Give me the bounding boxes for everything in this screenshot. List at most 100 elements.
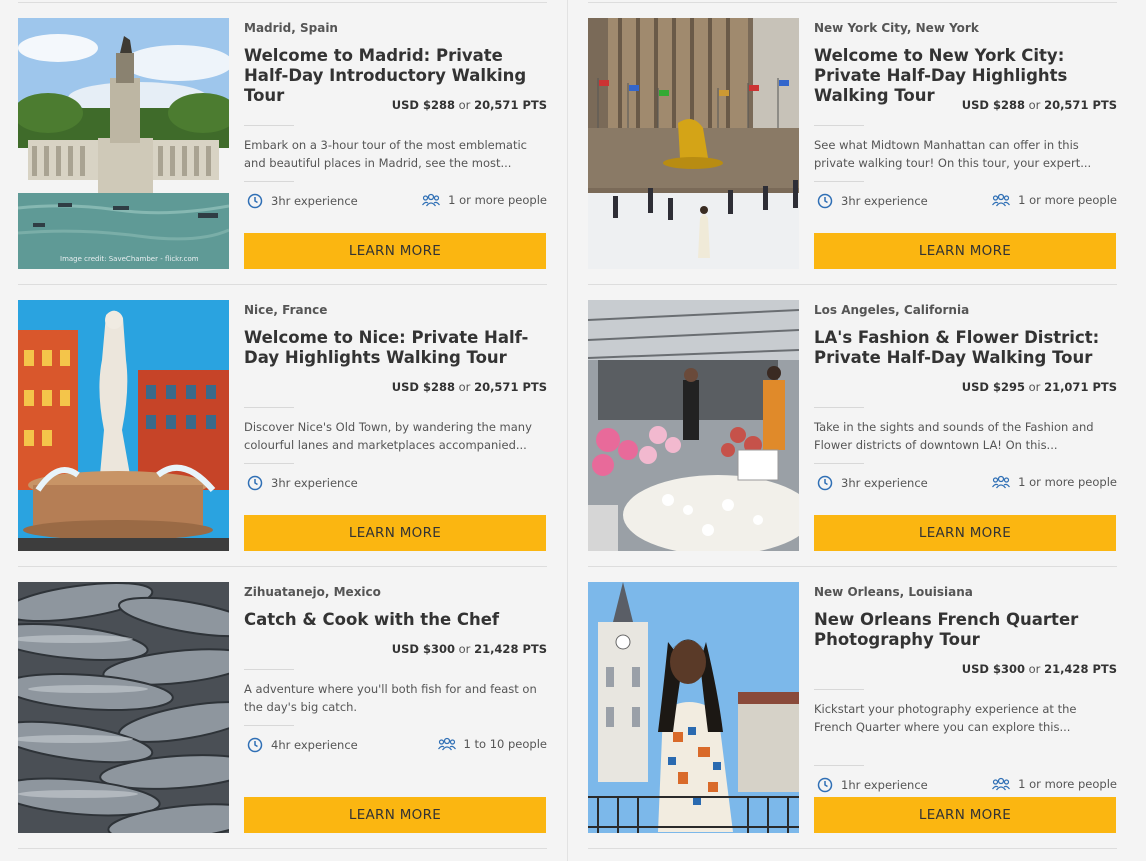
tour-location: Madrid, Spain [244, 21, 338, 35]
people-text: 1 or more people [1018, 777, 1117, 791]
tour-price: USD $295 or 21,071 PTS [962, 379, 1117, 395]
tour-info: Nice, France Welcome to Nice: Private Ha… [244, 300, 547, 551]
duration-text: 4hr experience [271, 738, 358, 752]
divider [244, 725, 294, 726]
price-or: or [1028, 662, 1041, 676]
tour-title[interactable]: Welcome to Nice: Private Half-Day Highli… [244, 328, 547, 368]
divider [814, 125, 864, 126]
divider [244, 181, 294, 182]
learn-more-button[interactable]: LEARN MORE [244, 515, 546, 551]
learn-more-button[interactable]: LEARN MORE [814, 233, 1116, 269]
price-usd: USD $288 [961, 98, 1025, 112]
people-icon [992, 193, 1011, 207]
clock-icon [247, 475, 263, 491]
people-text: 1 or more people [1018, 475, 1117, 489]
learn-more-button[interactable]: LEARN MORE [244, 797, 546, 833]
divider [244, 407, 294, 408]
duration: 3hr experience [817, 475, 928, 491]
price-pts: 20,571 PTS [1044, 98, 1117, 112]
tour-price: USD $300 or 21,428 PTS [392, 641, 547, 657]
flower-market-photo[interactable] [588, 300, 799, 551]
fish-photo[interactable] [18, 582, 229, 833]
tour-info: Madrid, Spain Welcome to Madrid: Private… [244, 18, 547, 269]
people: 1 to 10 people [437, 737, 547, 751]
rockefeller-rink-photo[interactable] [588, 18, 799, 269]
new-orleans-photo-art [588, 582, 799, 833]
image-credit-text: Image credit: SaveChamber - flickr.com [60, 255, 199, 263]
price-usd: USD $300 [391, 642, 455, 656]
duration-text: 3hr experience [271, 194, 358, 208]
tour-meta: 3hr experience 1 or more people [244, 193, 547, 211]
tour-meta: 3hr experience [244, 475, 547, 493]
divider [814, 463, 864, 464]
price-usd: USD $288 [391, 380, 455, 394]
tour-meta: 3hr experience 1 or more people [814, 475, 1117, 493]
tour-description: Kickstart your photography experience at… [814, 702, 1077, 734]
tour-title[interactable]: Catch & Cook with the Chef [244, 610, 547, 630]
people-icon [992, 475, 1011, 489]
people-text: 1 to 10 people [463, 737, 547, 751]
flower-market-photo-art [588, 300, 799, 551]
price-usd: USD $288 [391, 98, 455, 112]
tour-description: Take in the sights and sounds of the Fas… [814, 420, 1094, 452]
tour-description: Discover Nice's Old Town, by wandering t… [244, 420, 532, 452]
tour-location: Nice, France [244, 303, 328, 317]
duration: 3hr experience [817, 193, 928, 209]
people-icon [422, 193, 441, 207]
nice-fountain-photo[interactable] [18, 300, 229, 551]
tour-price: USD $288 or 20,571 PTS [392, 379, 547, 395]
people-icon [437, 737, 456, 751]
duration-text: 1hr experience [841, 778, 928, 792]
duration: 3hr experience [247, 475, 358, 491]
divider [244, 463, 294, 464]
tour-card-new-orleans: New Orleans, Louisiana New Orleans Frenc… [588, 566, 1117, 849]
learn-more-button[interactable]: LEARN MORE [814, 797, 1116, 833]
divider [588, 848, 1117, 849]
people-icon [992, 777, 1011, 791]
clock-icon [817, 193, 833, 209]
price-or: or [458, 98, 471, 112]
price-or: or [458, 642, 471, 656]
price-usd: USD $295 [961, 380, 1025, 394]
people: 1 or more people [992, 193, 1117, 207]
tour-location: New York City, New York [814, 21, 979, 35]
tour-title[interactable]: LA's Fashion & Flower District: Private … [814, 328, 1117, 368]
tour-price: USD $288 or 20,571 PTS [392, 97, 547, 113]
tour-meta: 4hr experience 1 to 10 people [244, 737, 547, 755]
price-pts: 21,428 PTS [1044, 662, 1117, 676]
tour-info: New Orleans, Louisiana New Orleans Frenc… [814, 582, 1117, 833]
divider [244, 125, 294, 126]
duration-text: 3hr experience [841, 194, 928, 208]
people: 1 or more people [422, 193, 547, 207]
people-text: 1 or more people [1018, 193, 1117, 207]
price-or: or [458, 380, 471, 394]
price-usd: USD $300 [961, 662, 1025, 676]
tour-price: USD $288 or 20,571 PTS [962, 97, 1117, 113]
duration-text: 3hr experience [841, 476, 928, 490]
learn-more-button[interactable]: LEARN MORE [814, 515, 1116, 551]
tour-title[interactable]: New Orleans French Quarter Photography T… [814, 610, 1117, 650]
learn-more-button[interactable]: LEARN MORE [244, 233, 546, 269]
divider [814, 181, 864, 182]
price-or: or [1028, 98, 1041, 112]
tour-description: Embark on a 3-hour tour of the most embl… [244, 138, 528, 170]
tour-description: A adventure where you'll both fish for a… [244, 682, 537, 714]
tour-location: Zihuatanejo, Mexico [244, 585, 381, 599]
tour-meta: 1hr experience 1 or more people [814, 777, 1117, 795]
tour-card-madrid: Image credit: SaveChamber - flickr.com M… [18, 2, 547, 285]
madrid-monument-photo[interactable]: Image credit: SaveChamber - flickr.com [18, 18, 229, 269]
nice-photo-art [18, 300, 229, 551]
tour-card-zihuatanejo: Zihuatanejo, Mexico Catch & Cook with th… [18, 566, 547, 849]
duration: 4hr experience [247, 737, 358, 753]
duration-text: 3hr experience [271, 476, 358, 490]
tour-card-los-angeles: Los Angeles, California LA's Fashion & F… [588, 284, 1117, 567]
tour-card-nice: Nice, France Welcome to Nice: Private Ha… [18, 284, 547, 567]
people: 1 or more people [992, 777, 1117, 791]
column-divider [567, 0, 568, 861]
clock-icon [817, 777, 833, 793]
people-text: 1 or more people [448, 193, 547, 207]
new-orleans-portrait-photo[interactable] [588, 582, 799, 833]
madrid-photo-art: Image credit: SaveChamber - flickr.com [18, 18, 229, 269]
tour-location: Los Angeles, California [814, 303, 970, 317]
duration: 3hr experience [247, 193, 358, 209]
